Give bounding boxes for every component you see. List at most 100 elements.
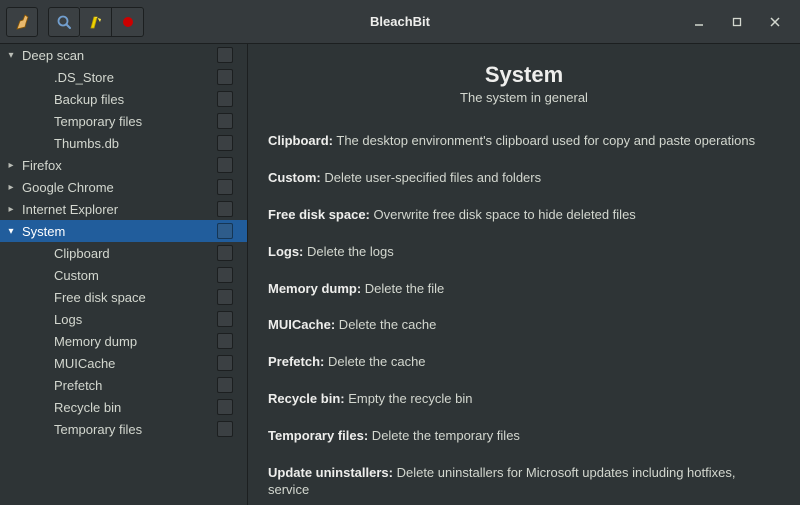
maximize-button[interactable] (728, 13, 746, 31)
window-title: BleachBit (370, 14, 430, 29)
detail-item: Update uninstallers: Delete uninstallers… (268, 465, 780, 499)
detail-item-name: Recycle bin: (268, 391, 345, 406)
detail-item: Free disk space: Overwrite free disk spa… (268, 207, 780, 224)
tree-checkbox[interactable] (217, 311, 233, 327)
tree-checkbox[interactable] (217, 91, 233, 107)
tree-label: Logs (50, 312, 217, 327)
minimize-button[interactable] (690, 13, 708, 31)
tree-checkbox[interactable] (217, 157, 233, 173)
tree-label: Google Chrome (18, 180, 217, 195)
tree-item--ds-store[interactable]: .DS_Store (0, 66, 247, 88)
detail-item-name: Memory dump: (268, 281, 361, 296)
tree-label: Internet Explorer (18, 202, 217, 217)
maximize-icon (732, 17, 742, 27)
broom-icon (14, 14, 30, 30)
detail-subtitle: The system in general (268, 90, 780, 105)
detail-item-desc: Delete the logs (303, 244, 393, 259)
tree-item-muicache[interactable]: MUICache (0, 352, 247, 374)
abort-button[interactable] (112, 7, 144, 37)
tree-item-recycle-bin[interactable]: Recycle bin (0, 396, 247, 418)
detail-item-name: MUICache: (268, 317, 335, 332)
bell-icon (88, 14, 104, 30)
tree-checkbox[interactable] (217, 399, 233, 415)
tree-label: Backup files (50, 92, 217, 107)
detail-panel: System The system in general Clipboard: … (248, 44, 800, 505)
tree-item-custom[interactable]: Custom (0, 264, 247, 286)
detail-item-name: Logs: (268, 244, 303, 259)
tree-checkbox[interactable] (217, 267, 233, 283)
tree-checkbox[interactable] (217, 355, 233, 371)
window-controls (690, 13, 794, 31)
detail-item: Logs: Delete the logs (268, 244, 780, 261)
tree-label: System (18, 224, 217, 239)
detail-item: MUICache: Delete the cache (268, 317, 780, 334)
tree-item-backup-files[interactable]: Backup files (0, 88, 247, 110)
detail-item-name: Free disk space: (268, 207, 370, 222)
tree-item-prefetch[interactable]: Prefetch (0, 374, 247, 396)
detail-item-desc: Overwrite free disk space to hide delete… (370, 207, 636, 222)
detail-item-name: Prefetch: (268, 354, 324, 369)
cleaner-tree[interactable]: ▾Deep scan.DS_Store Backup files Temporary… (0, 44, 248, 505)
tree-label: Memory dump (50, 334, 217, 349)
tree-checkbox[interactable] (217, 333, 233, 349)
tree-checkbox[interactable] (217, 69, 233, 85)
detail-item-desc: The desktop environment's clipboard used… (333, 133, 755, 148)
chevron-right-icon[interactable]: ▸ (4, 182, 18, 193)
tree-label: Clipboard (50, 246, 217, 261)
tree-item-google-chrome[interactable]: ▸Google Chrome (0, 176, 247, 198)
chevron-right-icon[interactable]: ▸ (4, 160, 18, 171)
tree-item-free-disk-space[interactable]: Free disk space (0, 286, 247, 308)
tree-checkbox[interactable] (217, 113, 233, 129)
tree-label: Custom (50, 268, 217, 283)
tree-label: Temporary files (50, 422, 217, 437)
tree-label: Firefox (18, 158, 217, 173)
titlebar: BleachBit (0, 0, 800, 44)
tree-item-logs[interactable]: Logs (0, 308, 247, 330)
detail-item-desc: Delete user-specified files and folders (321, 170, 541, 185)
tree-item-thumbs-db[interactable]: Thumbs.db (0, 132, 247, 154)
detail-item: Clipboard: The desktop environment's cli… (268, 133, 780, 150)
search-icon (56, 14, 72, 30)
tree-checkbox[interactable] (217, 223, 233, 239)
tree-item-deep-scan[interactable]: ▾Deep scan (0, 44, 247, 66)
record-icon (120, 14, 136, 30)
detail-item-desc: Delete the temporary files (368, 428, 520, 443)
detail-item-desc: Empty the recycle bin (345, 391, 473, 406)
tree-checkbox[interactable] (217, 289, 233, 305)
tree-item-firefox[interactable]: ▸Firefox (0, 154, 247, 176)
chevron-right-icon[interactable]: ▸ (4, 204, 18, 215)
tree-item-internet-explorer[interactable]: ▸Internet Explorer (0, 198, 247, 220)
content-area: ▾Deep scan.DS_Store Backup files Temporary… (0, 44, 800, 505)
tree-label: Thumbs.db (50, 136, 217, 151)
chevron-down-icon[interactable]: ▾ (4, 50, 18, 61)
detail-item-name: Clipboard: (268, 133, 333, 148)
detail-item: Custom: Delete user-specified files and … (268, 170, 780, 187)
detail-item: Recycle bin: Empty the recycle bin (268, 391, 780, 408)
tree-item-memory-dump[interactable]: Memory dump (0, 330, 247, 352)
tree-item-temporary-files[interactable]: Temporary files (0, 418, 247, 440)
tree-checkbox[interactable] (217, 179, 233, 195)
tree-label: Recycle bin (50, 400, 217, 415)
tree-label: MUICache (50, 356, 217, 371)
detail-item-desc: Delete the cache (324, 354, 425, 369)
tree-item-system[interactable]: ▾System (0, 220, 247, 242)
tree-checkbox[interactable] (217, 135, 233, 151)
close-button[interactable] (766, 13, 784, 31)
chevron-down-icon[interactable]: ▾ (4, 226, 18, 237)
broom-button[interactable] (6, 7, 38, 37)
detail-item-desc: Delete the cache (335, 317, 436, 332)
tree-checkbox[interactable] (217, 245, 233, 261)
detail-item: Memory dump: Delete the file (268, 281, 780, 298)
tree-checkbox[interactable] (217, 47, 233, 63)
tree-checkbox[interactable] (217, 201, 233, 217)
tree-checkbox[interactable] (217, 421, 233, 437)
tree-item-temporary-files[interactable]: Temporary files (0, 110, 247, 132)
toolbar-group (48, 7, 144, 37)
tree-item-clipboard[interactable]: Clipboard (0, 242, 247, 264)
tree-checkbox[interactable] (217, 377, 233, 393)
clean-button[interactable] (80, 7, 112, 37)
detail-item: Prefetch: Delete the cache (268, 354, 780, 371)
preview-button[interactable] (48, 7, 80, 37)
detail-header: System The system in general (268, 62, 780, 105)
detail-item-name: Temporary files: (268, 428, 368, 443)
